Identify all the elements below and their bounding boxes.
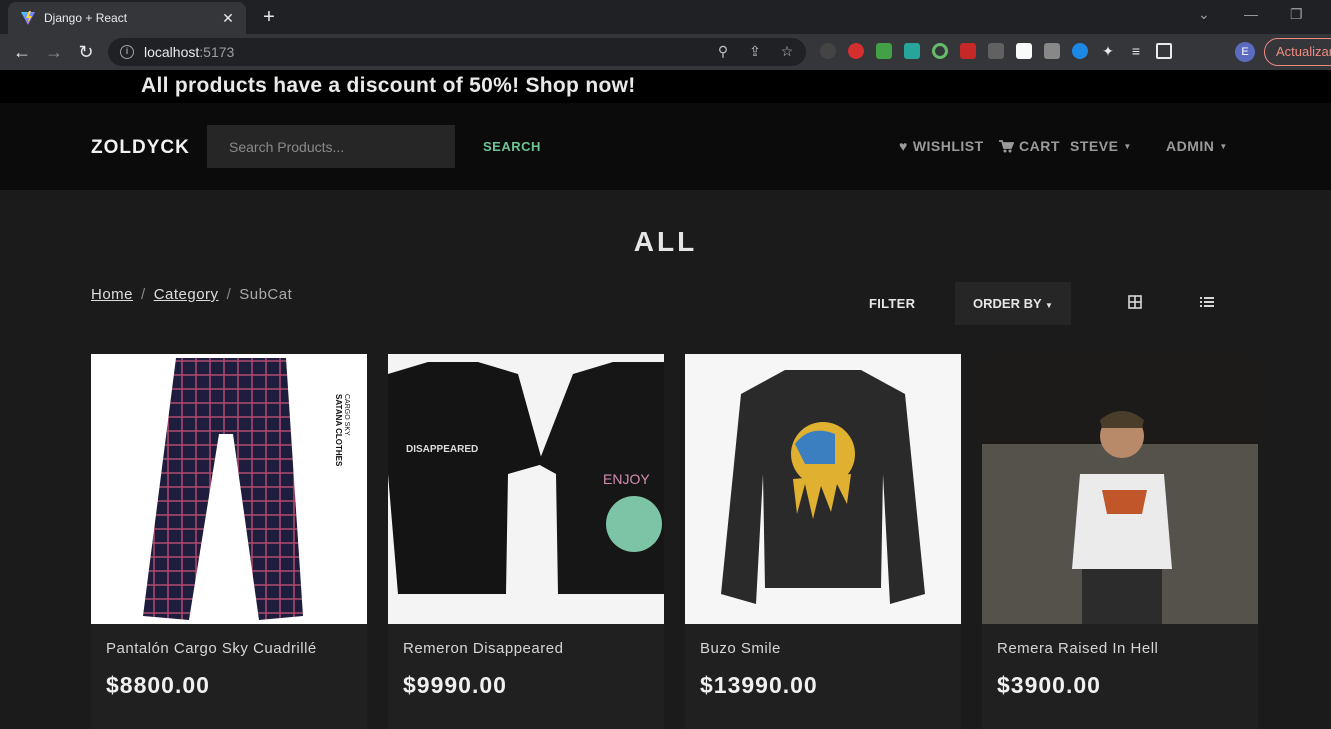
extension-icon[interactable] — [876, 43, 892, 59]
extension-icon[interactable] — [904, 43, 920, 59]
caret-down-icon: ▼ — [1123, 141, 1132, 151]
search-input[interactable] — [207, 125, 455, 168]
extension-icon[interactable] — [1044, 43, 1060, 59]
zoom-icon[interactable]: ⚲ — [714, 43, 732, 60]
reload-icon[interactable]: ↻ — [76, 42, 96, 62]
user-label: STEVE — [1070, 138, 1119, 154]
minimize-icon[interactable]: — — [1244, 6, 1258, 22]
sweatshirt-illustration — [721, 370, 925, 604]
brand-logo[interactable]: ZOLDYCK — [91, 137, 190, 159]
product-image-tshirts[interactable]: DISAPPEARED ENJOY — [388, 354, 664, 624]
model-photo-illustration — [982, 354, 1258, 624]
extension-icon[interactable] — [1016, 43, 1032, 59]
media-queue-icon[interactable]: ≡ — [1128, 43, 1144, 59]
shirt-graphic: DISAPPEARED — [406, 444, 478, 455]
search-button[interactable]: SEARCH — [483, 139, 541, 154]
filter-button[interactable]: FILTER — [869, 296, 915, 311]
heart-icon: ♥ — [899, 138, 908, 154]
address-bar[interactable]: i localhost :5173 ⚲ ⇪ ☆ — [108, 38, 806, 66]
wishlist-label: WISHLIST — [912, 138, 984, 154]
brand-tag: CARGO SKY — [343, 394, 350, 436]
update-button[interactable]: Actualizar — [1264, 38, 1331, 66]
grid-view-icon[interactable] — [1128, 295, 1142, 309]
profile-avatar[interactable]: E — [1235, 42, 1255, 62]
breadcrumb: Home / Category / SubCat — [91, 286, 292, 303]
cart-label: CART — [1019, 138, 1060, 154]
product-card[interactable]: DISAPPEARED ENJOY Remeron Disappeared $9… — [388, 354, 664, 729]
tab-close-icon[interactable]: ✕ — [220, 10, 236, 27]
admin-menu[interactable]: ADMIN ▼ — [1166, 138, 1228, 154]
browser-tabbar: Django + React ✕ + ⌄ — ❐ — [0, 0, 1331, 34]
product-name[interactable]: Pantalón Cargo Sky Cuadrillé — [106, 640, 317, 657]
breadcrumb-home[interactable]: Home — [91, 286, 133, 303]
promo-banner: All products have a discount of 50%! Sho… — [0, 70, 1331, 103]
product-image-sweatshirt[interactable] — [685, 354, 961, 624]
product-image-model[interactable] — [982, 354, 1258, 624]
url-port: :5173 — [199, 44, 235, 60]
promo-text: All products have a discount of 50%! Sho… — [141, 74, 636, 97]
product-card[interactable]: Buzo Smile $13990.00 — [685, 354, 961, 729]
cart-icon — [999, 139, 1014, 152]
site-navbar: ZOLDYCK SEARCH ♥ WISHLIST CART STEVE ▼ A… — [0, 103, 1331, 190]
wishlist-link[interactable]: ♥ WISHLIST — [899, 138, 984, 154]
main-content: ALL Home / Category / SubCat FILTER ORDE… — [0, 190, 1331, 729]
product-price: $13990.00 — [700, 672, 818, 698]
user-menu[interactable]: STEVE ▼ — [1070, 138, 1132, 154]
restore-icon[interactable]: ❐ — [1290, 6, 1303, 23]
product-price: $8800.00 — [106, 672, 210, 698]
product-price: $3900.00 — [997, 672, 1101, 698]
back-icon[interactable]: ← — [12, 42, 32, 62]
tab-search-icon[interactable]: ⌄ — [1198, 6, 1210, 23]
breadcrumb-separator: / — [226, 286, 232, 303]
extensions-row: ✦ ≡ — [820, 43, 1172, 59]
shirt-graphic: ENJOY — [603, 471, 650, 487]
extension-icon[interactable] — [1072, 43, 1088, 59]
product-price: $9990.00 — [403, 672, 507, 698]
caret-down-icon: ▼ — [1045, 301, 1053, 310]
breadcrumb-category[interactable]: Category — [154, 286, 219, 303]
cart-link[interactable]: CART — [999, 138, 1060, 154]
bookmark-star-icon[interactable]: ☆ — [778, 43, 796, 60]
order-by-label: ORDER BY — [973, 296, 1042, 311]
product-name[interactable]: Remera Raised In Hell — [997, 640, 1158, 657]
tshirts-illustration: DISAPPEARED ENJOY — [388, 362, 664, 594]
admin-label: ADMIN — [1166, 138, 1215, 154]
order-by-dropdown[interactable]: ORDER BY ▼ — [955, 282, 1071, 325]
product-card[interactable]: Remera Raised In Hell $3900.00 — [982, 354, 1258, 729]
product-card[interactable]: SATANA CLOTHES CARGO SKY Pantalón Cargo … — [91, 354, 367, 729]
new-tab-icon[interactable]: + — [258, 6, 280, 28]
browser-tab[interactable]: Django + React ✕ — [8, 2, 246, 34]
url-host: localhost — [144, 44, 200, 60]
breadcrumb-separator: / — [141, 286, 146, 303]
caret-down-icon: ▼ — [1219, 141, 1228, 151]
extension-icon[interactable] — [820, 43, 836, 59]
forward-icon[interactable]: → — [44, 42, 64, 62]
product-name[interactable]: Buzo Smile — [700, 640, 781, 657]
browser-toolbar: ← → ↻ i localhost :5173 ⚲ ⇪ ☆ ✦ ≡ E Actu… — [0, 34, 1331, 70]
site-info-icon[interactable]: i — [120, 45, 134, 59]
tab-title: Django + React — [44, 11, 128, 25]
extension-icon[interactable] — [960, 43, 976, 59]
side-panel-icon[interactable] — [1156, 43, 1172, 59]
product-name[interactable]: Remeron Disappeared — [403, 640, 563, 657]
share-icon[interactable]: ⇪ — [746, 43, 764, 60]
list-view-icon[interactable] — [1200, 295, 1214, 309]
page-title: ALL — [633, 226, 698, 257]
extension-icon[interactable] — [848, 43, 864, 59]
breadcrumb-current: SubCat — [239, 286, 293, 303]
brand-tag: SATANA CLOTHES — [334, 394, 343, 467]
vite-favicon-icon — [21, 11, 35, 25]
extensions-puzzle-icon[interactable]: ✦ — [1100, 43, 1116, 59]
extension-icon[interactable] — [988, 43, 1004, 59]
extension-icon[interactable] — [932, 43, 948, 59]
product-image-pants[interactable]: SATANA CLOTHES CARGO SKY — [91, 354, 367, 624]
plaid-pants-illustration: SATANA CLOTHES CARGO SKY — [143, 358, 350, 620]
